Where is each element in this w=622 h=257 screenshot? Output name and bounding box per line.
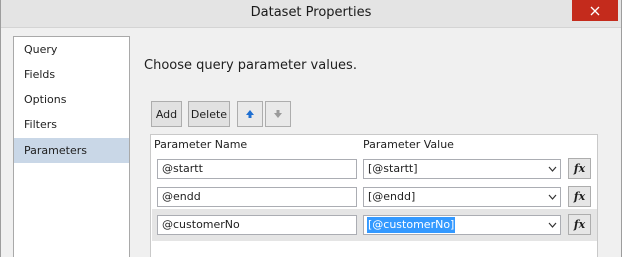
chevron-down-icon[interactable] [548, 165, 557, 173]
window-title: Dataset Properties [250, 5, 372, 20]
chevron-down-icon[interactable] [548, 221, 557, 229]
move-up-button[interactable] [237, 101, 263, 127]
chevron-down-icon[interactable] [548, 193, 557, 201]
parameter-value-text: [@startt] [368, 162, 418, 175]
nav-item-options[interactable]: Options [14, 87, 129, 112]
move-down-button[interactable] [265, 101, 291, 127]
expression-button[interactable]: fx [568, 186, 591, 207]
arrow-up-icon [246, 110, 254, 118]
add-button[interactable]: Add [151, 101, 182, 127]
parameter-name-input[interactable]: @customerNo [157, 215, 357, 235]
column-header-parameter-value: Parameter Value [363, 138, 454, 151]
parameter-row-selected: @customerNo [@customerNo] fx [152, 209, 597, 241]
nav-item-label: Filters [24, 118, 57, 131]
parameters-grid: Parameter Name Parameter Value @startt [… [150, 134, 598, 257]
close-button[interactable] [572, 0, 618, 21]
parameter-value-combobox[interactable]: [@customerNo] [363, 215, 561, 235]
expression-button[interactable]: fx [568, 214, 591, 235]
nav-item-filters[interactable]: Filters [14, 112, 129, 137]
dataset-properties-window: Dataset Properties Query Fields Options … [0, 0, 622, 257]
nav-item-label: Parameters [24, 144, 87, 157]
nav-item-query[interactable]: Query [14, 37, 129, 62]
properties-nav: Query Fields Options Filters Parameters [13, 36, 130, 257]
parameter-value-combobox[interactable]: [@endd] [363, 187, 561, 207]
column-header-parameter-name: Parameter Name [154, 138, 248, 151]
parameter-value-combobox[interactable]: [@startt] [363, 159, 561, 179]
title-bar: Dataset Properties [1, 0, 621, 28]
nav-item-fields[interactable]: Fields [14, 62, 129, 87]
close-icon [590, 6, 600, 15]
nav-item-parameters[interactable]: Parameters [14, 138, 129, 163]
expression-button[interactable]: fx [568, 158, 591, 179]
parameter-name-input[interactable]: @endd [157, 187, 357, 207]
delete-button[interactable]: Delete [188, 101, 230, 127]
parameter-name-input[interactable]: @startt [157, 159, 357, 179]
parameter-value-text: [@endd] [368, 190, 416, 203]
arrow-down-icon [274, 110, 282, 118]
parameter-value-text: [@customerNo] [367, 217, 456, 233]
nav-item-label: Options [24, 93, 67, 106]
nav-item-label: Query [24, 43, 58, 56]
nav-item-label: Fields [24, 68, 56, 81]
page-heading: Choose query parameter values. [144, 58, 357, 73]
